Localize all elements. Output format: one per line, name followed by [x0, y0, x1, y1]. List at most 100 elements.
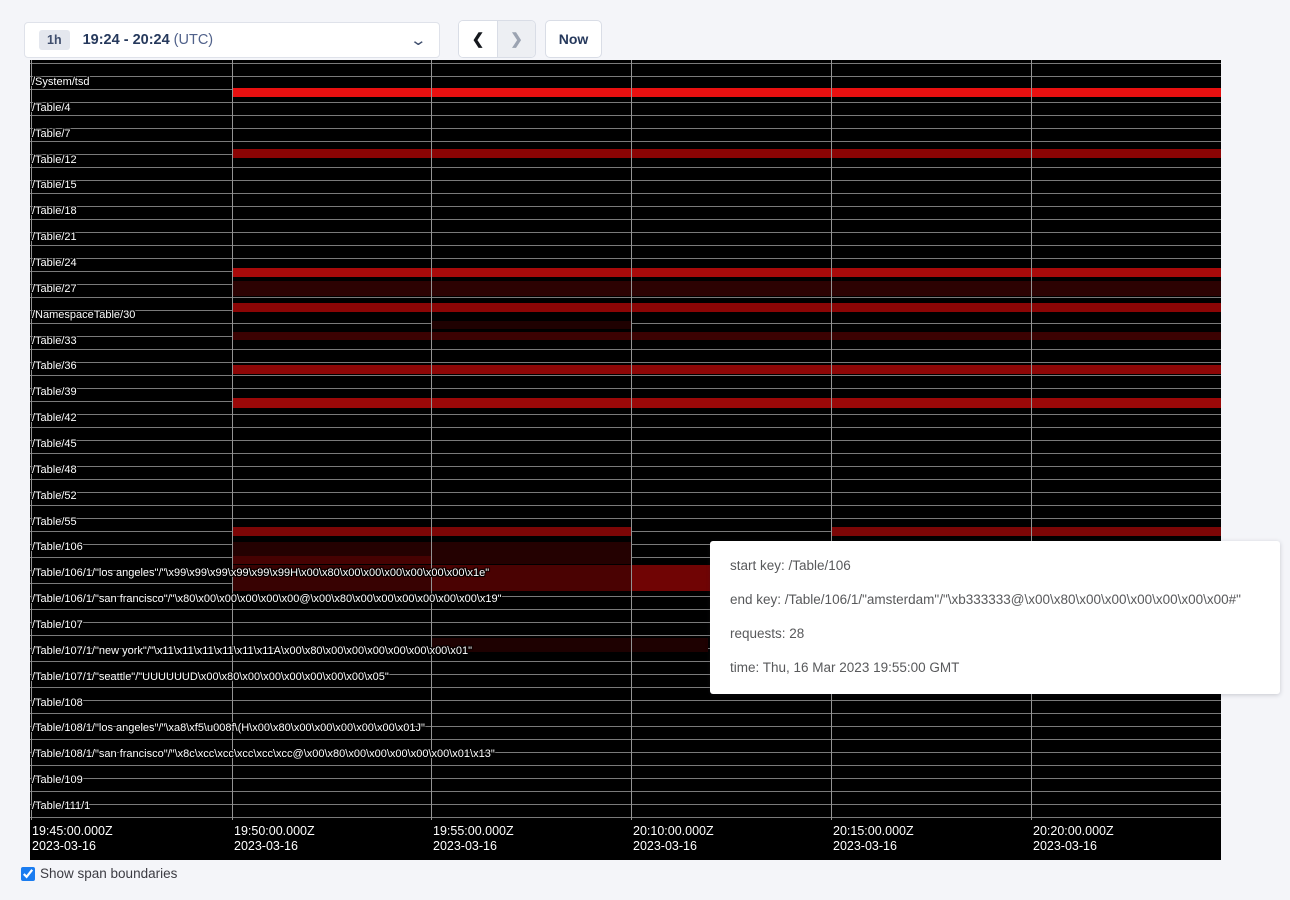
row-label: /Table/106/1/"los angeles"/"\x99\x99\x99…: [32, 567, 489, 579]
tooltip-end-key: end key: /Table/106/1/"amsterdam"/"\xb33…: [730, 583, 1260, 617]
span-boundary-line: [30, 518, 1221, 519]
axis-tick-time: 19:50:00.000Z: [234, 824, 315, 839]
show-span-boundaries-checkbox[interactable]: [21, 867, 35, 881]
span-boundary-line: [30, 388, 1221, 389]
row-label: /System/tsd: [32, 76, 89, 88]
row-label: /Table/21: [32, 231, 77, 243]
span-boundary-line: [30, 102, 1221, 103]
row-label: /NamespaceTable/30: [32, 309, 135, 321]
span-boundary-line: [30, 141, 1221, 142]
span-boundary-line: [30, 414, 1221, 415]
heat-band: [232, 365, 1221, 374]
row-label: /Table/45: [32, 438, 77, 450]
span-boundary-line: [30, 466, 1221, 467]
key-visualizer-canvas[interactable]: /System/tsd/Table/4/Table/7/Table/12/Tab…: [30, 60, 1221, 860]
axis-tick-time: 20:20:00.000Z: [1033, 824, 1114, 839]
tooltip-requests: requests: 28: [730, 617, 1260, 651]
span-boundary-line: [30, 258, 1221, 259]
chevron-down-icon: ⌄: [410, 33, 428, 48]
show-span-boundaries-label: Show span boundaries: [40, 866, 177, 881]
span-boundary-line: [30, 804, 1221, 805]
time-range-label: 19:24 - 20:24(UTC): [83, 32, 214, 48]
time-gridline: [431, 60, 432, 820]
span-boundary-line: [30, 128, 1221, 129]
time-gridline: [1031, 60, 1032, 820]
row-label: /Table/52: [32, 490, 77, 502]
time-range-selector[interactable]: 1h 19:24 - 20:24(UTC) ⌄: [24, 22, 440, 58]
axis-tick-date: 2023-03-16: [234, 839, 298, 854]
heat-band: [232, 332, 1221, 340]
axis-tick-date: 2023-03-16: [633, 839, 697, 854]
span-boundaries-control: Show span boundaries: [21, 866, 177, 881]
span-boundary-line: [30, 193, 1221, 194]
time-range-preset-badge: 1h: [39, 30, 70, 51]
row-label: /Table/15: [32, 179, 77, 191]
row-label: /Table/108/1/"san francisco"/"\x8c\xcc\x…: [32, 748, 495, 760]
heat-band: [232, 88, 1221, 97]
row-label: /Table/12: [32, 154, 77, 166]
heat-band: [232, 398, 1221, 408]
span-boundary-line: [30, 115, 1221, 116]
time-range-timezone: (UTC): [174, 32, 213, 48]
axis-tick-date: 2023-03-16: [833, 839, 897, 854]
time-gridline: [831, 60, 832, 820]
span-boundary-line: [30, 791, 1221, 792]
span-boundary-line: [30, 739, 1221, 740]
row-label: /Table/48: [32, 464, 77, 476]
time-gridline: [631, 60, 632, 820]
row-label: /Table/4: [32, 102, 71, 114]
heat-band: [232, 281, 1221, 296]
row-label: /Table/107/1/"new york"/"\x11\x11\x11\x1…: [32, 645, 472, 657]
axis-tick-time: 20:15:00.000Z: [833, 824, 914, 839]
heat-band: [431, 638, 708, 652]
axis-tick-date: 2023-03-16: [32, 839, 96, 854]
row-label: /Table/106: [32, 541, 83, 553]
axis-tick-date: 2023-03-16: [1033, 839, 1097, 854]
time-gridline: [232, 60, 233, 820]
span-boundary-line: [30, 778, 1221, 779]
span-boundary-line: [30, 505, 1221, 506]
hover-tooltip: start key: /Table/106 end key: /Table/10…: [710, 541, 1280, 694]
span-boundary-line: [30, 180, 1221, 181]
row-label: /Table/18: [32, 205, 77, 217]
span-boundary-line: [30, 479, 1221, 480]
span-boundary-line: [30, 453, 1221, 454]
time-nav-group: ❮ ❯: [458, 20, 536, 58]
span-boundary-line: [30, 492, 1221, 493]
prev-range-button[interactable]: ❮: [459, 21, 497, 57]
row-label: /Table/109: [32, 774, 83, 786]
span-boundary-line: [30, 375, 1221, 376]
now-button[interactable]: Now: [545, 20, 602, 58]
row-label: /Table/111/1: [32, 800, 90, 812]
heat-band: [431, 321, 631, 329]
axis-tick-time: 20:10:00.000Z: [633, 824, 714, 839]
span-boundary-line: [30, 167, 1221, 168]
axis-tick-date: 2023-03-16: [433, 839, 497, 854]
row-label: /Table/42: [32, 412, 77, 424]
row-label: /Table/108/1/"los angeles"/"\xa8\xf5\u00…: [32, 722, 425, 734]
span-boundary-line: [30, 349, 1221, 350]
span-boundary-line: [30, 765, 1221, 766]
row-label: /Table/33: [32, 335, 77, 347]
row-label: /Table/107/1/"seattle"/"UUUUUUD\x00\x80\…: [32, 671, 389, 683]
tooltip-start-key: start key: /Table/106: [730, 549, 1260, 583]
next-range-button[interactable]: ❯: [497, 21, 535, 57]
span-boundary-line: [30, 427, 1221, 428]
row-label: /Table/106/1/"san francisco"/"\x80\x00\x…: [32, 593, 502, 605]
heat-band: [831, 527, 1221, 536]
row-label: /Table/55: [32, 516, 77, 528]
span-boundary-line: [30, 297, 1221, 298]
row-label: /Table/36: [32, 360, 77, 372]
tooltip-time: time: Thu, 16 Mar 2023 19:55:00 GMT: [730, 651, 1260, 685]
heat-band: [232, 556, 431, 564]
span-boundary-line: [30, 232, 1221, 233]
span-boundary-line: [30, 362, 1221, 363]
span-boundary-line: [30, 245, 1221, 246]
row-label: /Table/27: [32, 283, 77, 295]
axis-tick-time: 19:45:00.000Z: [32, 824, 113, 839]
span-boundary-line: [30, 76, 1221, 77]
heat-band: [232, 268, 1221, 277]
heat-band: [232, 149, 1221, 158]
span-boundary-line: [30, 700, 1221, 701]
span-boundary-line: [30, 817, 1221, 818]
